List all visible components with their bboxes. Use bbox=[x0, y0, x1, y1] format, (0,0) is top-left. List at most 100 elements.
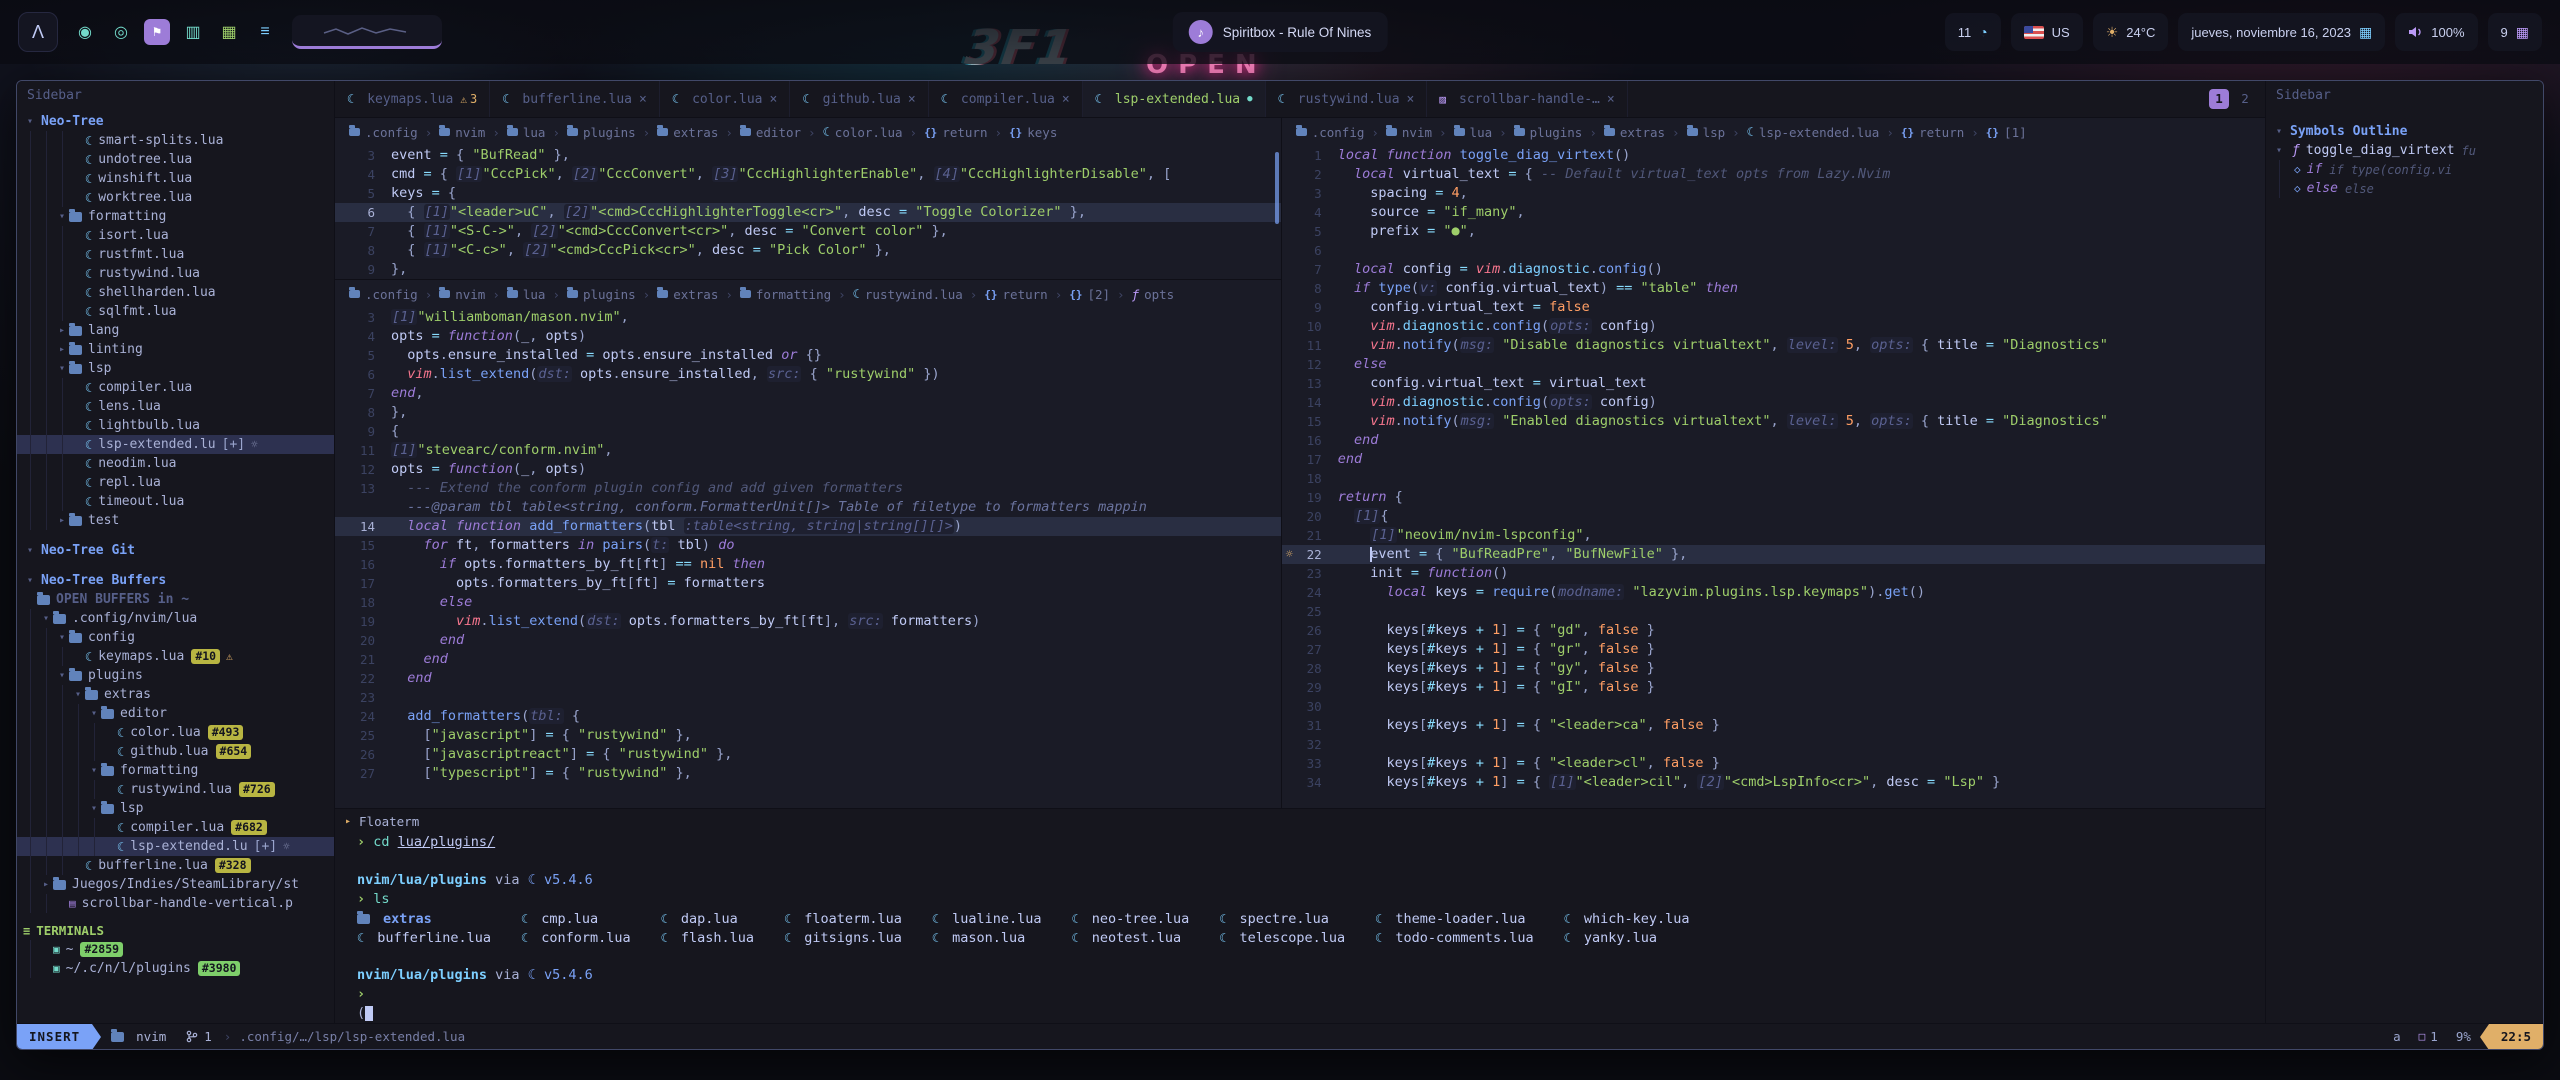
launcher-button[interactable]: Λ bbox=[18, 12, 58, 52]
tree-item-color-lua[interactable]: ▾☾color.lua#493 bbox=[17, 723, 334, 742]
tab-scrollbar-handle-[interactable]: ▨scrollbar-handle-…× bbox=[1427, 81, 1627, 117]
chevron-down-icon[interactable]: ▾ bbox=[55, 670, 69, 681]
code-line[interactable]: 12opts = function(_, opts) bbox=[335, 460, 1281, 479]
tab-compiler-lua[interactable]: ☾compiler.lua× bbox=[929, 81, 1083, 117]
tree-item-lightbulb-lua[interactable]: ▾☾lightbulb.lua bbox=[17, 416, 334, 435]
code-line[interactable]: 23 init = function() bbox=[1282, 564, 2265, 583]
section-neo-tree-git[interactable]: ▾Neo-Tree Git bbox=[17, 540, 334, 560]
tree-item-rustywind-lua[interactable]: ▾☾rustywind.lua#726 bbox=[17, 780, 334, 799]
code-line[interactable]: 27 ["typescript"] = { "rustywind" }, bbox=[335, 764, 1281, 783]
tree-item-linting[interactable]: ▸linting bbox=[17, 340, 334, 359]
code-line[interactable]: 20 [1]{ bbox=[1282, 507, 2265, 526]
code-line[interactable]: 4 source = "if_many", bbox=[1282, 203, 2265, 222]
code-line[interactable]: 9{ bbox=[335, 422, 1281, 441]
tree-item-lens-lua[interactable]: ▾☾lens.lua bbox=[17, 397, 334, 416]
code-line[interactable]: 5 opts.ensure_installed = opts.ensure_in… bbox=[335, 346, 1281, 365]
close-icon[interactable]: × bbox=[1407, 92, 1415, 107]
tree-item-winshift-lua[interactable]: ▾☾winshift.lua bbox=[17, 169, 334, 188]
code-line[interactable]: 8 { [1]"<C-c>", [2]"<cmd>CccPick<cr>", d… bbox=[335, 241, 1281, 260]
tree-item-compiler-lua[interactable]: ▾☾compiler.lua#682 bbox=[17, 818, 334, 837]
workspaces-pill[interactable]: 11 ◔ bbox=[1945, 13, 2001, 51]
date-pill[interactable]: jueves, noviembre 16, 2023 ▦ bbox=[2178, 13, 2385, 51]
code-line[interactable]: 21 [1]"neovim/nvim-lspconfig", bbox=[1282, 526, 2265, 545]
code-line[interactable]: 3event = { "BufRead" }, bbox=[335, 146, 1281, 165]
code-line[interactable]: 3[1]"williamboman/mason.nvim", bbox=[335, 308, 1281, 327]
chevron-down-icon[interactable]: ▾ bbox=[87, 765, 101, 776]
code-line[interactable]: 30 bbox=[1282, 697, 2265, 716]
code-line[interactable]: 5keys = { bbox=[335, 184, 1281, 203]
tree-item-undotree-lua[interactable]: ▾☾undotree.lua bbox=[17, 150, 334, 169]
close-icon[interactable]: × bbox=[1062, 92, 1070, 107]
tree-item-juegos-indies-steamlibrary-st[interactable]: ▸Juegos/Indies/SteamLibrary/st bbox=[17, 875, 334, 894]
tree-item-rustywind-lua[interactable]: ▾☾rustywind.lua bbox=[17, 264, 334, 283]
code-line[interactable]: 16 if opts.formatters_by_ft[ft] == nil t… bbox=[335, 555, 1281, 574]
chevron-down-icon[interactable]: ▾ bbox=[87, 708, 101, 719]
chevron-right-icon[interactable]: ▸ bbox=[55, 515, 69, 526]
code-line[interactable]: 1local function toggle_diag_virtext() bbox=[1282, 146, 2265, 165]
section-neo-tree-buffers[interactable]: ▾Neo-Tree Buffers bbox=[17, 570, 334, 590]
tree-item-extras[interactable]: ▾extras bbox=[17, 685, 334, 704]
screens-pill[interactable]: 9 ▦ bbox=[2488, 13, 2542, 51]
code-line[interactable]: 13 --- Extend the conform plugin config … bbox=[335, 479, 1281, 498]
tree-item-shellharden-lua[interactable]: ▾☾shellharden.lua bbox=[17, 283, 334, 302]
code-line[interactable]: 6 { [1]"<leader>uC", [2]"<cmd>CccHighlig… bbox=[335, 203, 1281, 222]
tabpage-1[interactable]: 1 bbox=[2209, 89, 2229, 109]
code-line[interactable]: 7end, bbox=[335, 384, 1281, 403]
code-line[interactable]: 20 end bbox=[335, 631, 1281, 650]
outline-item-if[interactable]: ◇ifif type(config.vi bbox=[2266, 160, 2543, 179]
code-line[interactable]: ☼22 event = { "BufReadPre", "BufNewFile"… bbox=[1282, 545, 2265, 564]
code-line[interactable]: 17 opts.formatters_by_ft[ft] = formatter… bbox=[335, 574, 1281, 593]
tree-item-config[interactable]: ▾config bbox=[17, 628, 334, 647]
code-line[interactable]: 31 keys[#keys + 1] = { "<leader>ca", fal… bbox=[1282, 716, 2265, 735]
editor-pane-lsp-extended-lua[interactable]: .config›nvim›lua›plugins›extras›lsp›☾lsp… bbox=[1282, 118, 2265, 808]
tree-item-lsp[interactable]: ▾lsp bbox=[17, 799, 334, 818]
tree-item-repl-lua[interactable]: ▾☾repl.lua bbox=[17, 473, 334, 492]
code-line[interactable]: 10 vim.diagnostic.config(opts: config) bbox=[1282, 317, 2265, 336]
code-line[interactable]: 7 { [1]"<S-C->", [2]"<cmd>CccConvert<cr>… bbox=[335, 222, 1281, 241]
volume-pill[interactable]: 100% bbox=[2395, 13, 2477, 51]
code-line[interactable]: 11[1]"stevearc/conform.nvim", bbox=[335, 441, 1281, 460]
code-line[interactable]: 9}, bbox=[335, 260, 1281, 279]
code-line[interactable]: 5 prefix = "●", bbox=[1282, 222, 2265, 241]
code-line[interactable]: 34 keys[#keys + 1] = { [1]"<leader>cil",… bbox=[1282, 773, 2265, 792]
code-line[interactable]: 6 vim.list_extend(dst: opts.ensure_insta… bbox=[335, 365, 1281, 384]
tree-item-~[interactable]: ▾▣~#2859 bbox=[17, 940, 334, 959]
code-line[interactable]: 18 else bbox=[335, 593, 1281, 612]
swap-icon[interactable]: ◎ bbox=[108, 19, 134, 45]
code-line[interactable]: 26 keys[#keys + 1] = { "gd", false } bbox=[1282, 621, 2265, 640]
tree-item-test[interactable]: ▸test bbox=[17, 511, 334, 530]
tree-item-editor[interactable]: ▾editor bbox=[17, 704, 334, 723]
code-line[interactable]: 2 local virtual_text = { -- Default virt… bbox=[1282, 165, 2265, 184]
grid-icon[interactable]: ▦ bbox=[216, 19, 242, 45]
close-icon[interactable]: × bbox=[1607, 92, 1615, 107]
chevron-down-icon[interactable]: ▾ bbox=[71, 689, 85, 700]
chevron-right-icon[interactable]: ▸ bbox=[55, 325, 69, 336]
code-line[interactable]: ---@param tbl table<string, conform.Form… bbox=[335, 498, 1281, 517]
code-line[interactable]: 19 vim.list_extend(dst: opts.formatters_… bbox=[335, 612, 1281, 631]
chevron-right-icon[interactable]: ▸ bbox=[39, 879, 53, 890]
music-widget[interactable]: ♪ Spiritbox - Rule Of Nines bbox=[1173, 12, 1388, 52]
code-line[interactable]: 12 else bbox=[1282, 355, 2265, 374]
tree-item-plugins[interactable]: ▾plugins bbox=[17, 666, 334, 685]
code-line[interactable]: 25 ["javascript"] = { "rustywind" }, bbox=[335, 726, 1281, 745]
tree-item-formatting[interactable]: ▾formatting bbox=[17, 207, 334, 226]
code-line[interactable]: 13 config.virtual_text = virtual_text bbox=[1282, 374, 2265, 393]
code-line[interactable]: 8}, bbox=[335, 403, 1281, 422]
editor-pane-rustywind-lua[interactable]: .config›nvim›lua›plugins›extras›formatti… bbox=[335, 280, 1281, 808]
code-line[interactable]: 25 bbox=[1282, 602, 2265, 621]
scrollbar-handle[interactable] bbox=[1275, 152, 1279, 224]
tree-item-formatting[interactable]: ▾formatting bbox=[17, 761, 334, 780]
tab-bufferline-lua[interactable]: ☾bufferline.lua× bbox=[490, 81, 660, 117]
code-line[interactable]: 11 vim.notify(msg: "Disable diagnostics … bbox=[1282, 336, 2265, 355]
code-line[interactable]: 6 bbox=[1282, 241, 2265, 260]
tab-lsp-extended-lua[interactable]: ☾lsp-extended.lua● bbox=[1083, 81, 1266, 117]
tab-keymaps-lua[interactable]: ☾keymaps.lua⚠3 bbox=[335, 81, 490, 117]
tabpage-2[interactable]: 2 bbox=[2235, 89, 2255, 109]
chevron-down-icon[interactable]: ▾ bbox=[55, 632, 69, 643]
tree-item-timeout-lua[interactable]: ▾☾timeout.lua bbox=[17, 492, 334, 511]
close-icon[interactable]: × bbox=[908, 92, 916, 107]
layout-icon[interactable]: ▥ bbox=[180, 19, 206, 45]
tree-item-lang[interactable]: ▸lang bbox=[17, 321, 334, 340]
tab-rustywind-lua[interactable]: ☾rustywind.lua× bbox=[1266, 81, 1428, 117]
tree-item-worktree-lua[interactable]: ▾☾worktree.lua bbox=[17, 188, 334, 207]
